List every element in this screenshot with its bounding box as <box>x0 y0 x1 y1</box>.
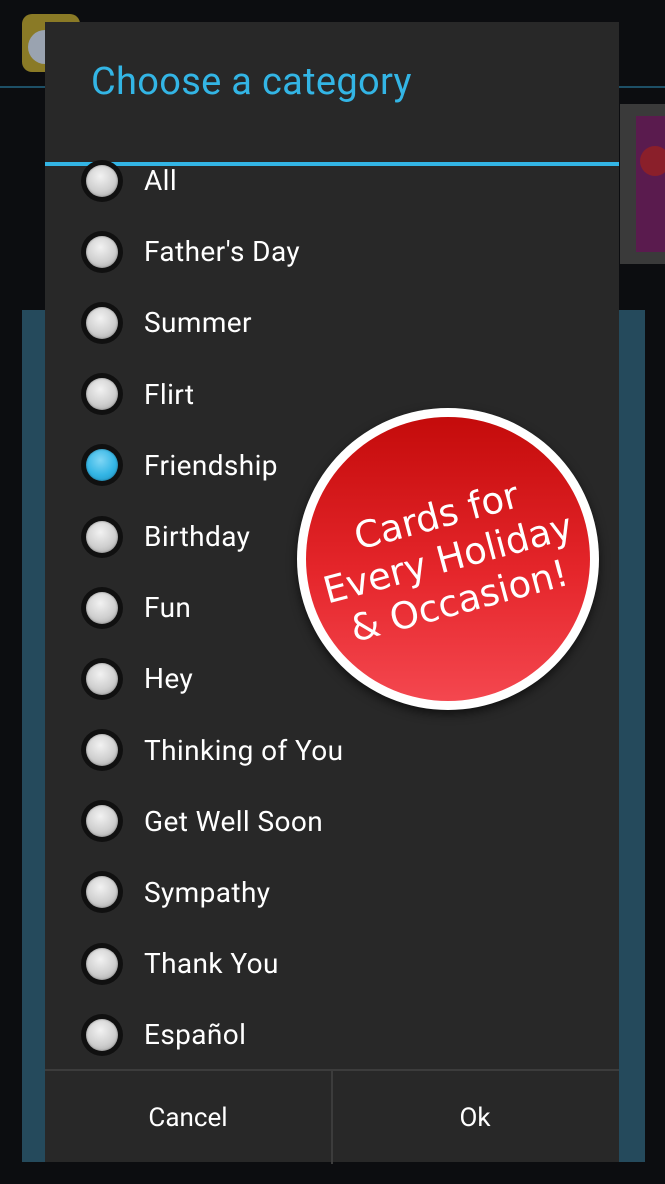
background-panel <box>22 310 46 1162</box>
radio-button[interactable] <box>81 586 123 629</box>
category-label: Thinking of You <box>144 733 344 767</box>
category-option[interactable]: Thinking of You <box>45 715 619 786</box>
radio-button[interactable] <box>81 230 123 273</box>
category-option[interactable]: Summer <box>45 287 619 358</box>
cancel-button[interactable]: Cancel <box>45 1071 331 1164</box>
radio-button[interactable] <box>81 159 123 202</box>
category-label: Español <box>144 1018 247 1052</box>
dialog-button-bar: Cancel Ok <box>45 1069 619 1164</box>
radio-button[interactable] <box>81 1013 123 1056</box>
category-option[interactable]: Español <box>45 999 619 1070</box>
radio-button[interactable] <box>81 729 123 772</box>
radio-button[interactable] <box>81 871 123 914</box>
radio-button[interactable] <box>81 942 123 985</box>
category-option[interactable]: Sympathy <box>45 857 619 928</box>
ok-button[interactable]: Ok <box>332 1071 618 1164</box>
radio-button[interactable] <box>81 657 123 700</box>
dialog-title: Choose a category <box>91 60 412 104</box>
category-option[interactable]: Father's Day <box>45 216 619 287</box>
category-option[interactable]: All <box>45 145 619 216</box>
category-label: Flirt <box>144 377 195 411</box>
category-label: Hey <box>144 662 194 696</box>
category-label: Friendship <box>144 448 278 482</box>
radio-button[interactable] <box>81 301 123 344</box>
category-label: Sympathy <box>144 875 271 909</box>
category-option[interactable]: Thank You <box>45 928 619 999</box>
category-label: Get Well Soon <box>144 804 324 838</box>
radio-button-checked[interactable] <box>81 444 123 487</box>
category-label: Birthday <box>144 520 251 554</box>
radio-button[interactable] <box>81 800 123 843</box>
radio-button[interactable] <box>81 373 123 416</box>
category-label: All <box>144 164 178 198</box>
promo-badge: Cards for Every Holiday & Occasion! <box>297 408 599 710</box>
category-label: Father's Day <box>144 235 301 269</box>
radio-button[interactable] <box>81 515 123 558</box>
category-option[interactable]: Get Well Soon <box>45 786 619 857</box>
category-label: Thank You <box>144 947 279 981</box>
category-label: Summer <box>144 306 252 340</box>
background-card-thumbnail <box>620 104 665 264</box>
category-label: Fun <box>144 591 192 625</box>
background-panel <box>619 310 645 1162</box>
